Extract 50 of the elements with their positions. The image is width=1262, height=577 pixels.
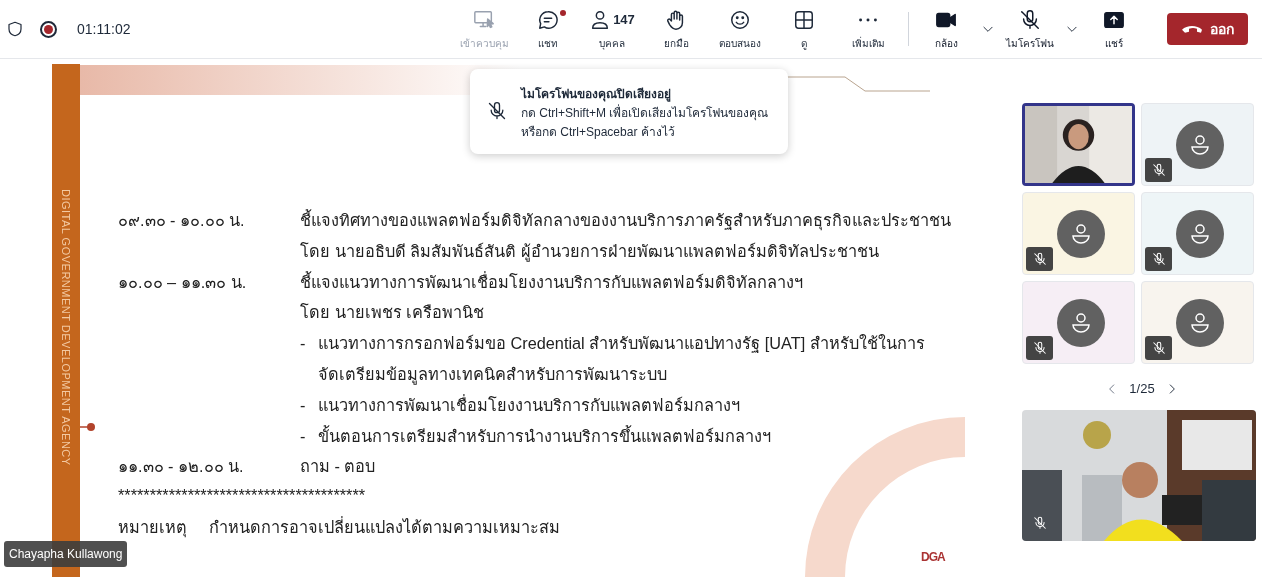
schedule-text: ขั้นตอนการเตรียมสำหรับการนำงานบริการขึ้นแพลตฟอร์มกลางฯ <box>318 424 771 447</box>
avatar-icon <box>1176 299 1224 347</box>
schedule-text: โดย นายเพชร เครือพานิช <box>300 302 485 324</box>
monitor-cursor-icon <box>473 9 495 31</box>
schedule-text: โดย นายอธิบดี ลิมสัมพันธ์สันติ ผู้อำนวยการฝ่ายพัฒนาแพลตฟอร์มดิจิทัลประชาชน <box>300 240 879 264</box>
avatar-icon <box>1176 121 1224 169</box>
avatar-icon <box>1057 299 1105 347</box>
presenter-name-label: Chayapha Kullawong <box>4 541 128 567</box>
smiley-icon <box>729 9 751 31</box>
note-label: หมายเหตุ <box>118 517 188 540</box>
slide-logo: DGA <box>921 549 945 566</box>
schedule-time: ๐๙.๓๐ - ๑๐.๐๐ น. <box>118 211 245 229</box>
schedule-text: ถาม - ตอบ <box>300 456 376 478</box>
bullet-mark: - <box>300 394 307 416</box>
react-button[interactable]: ตอบสนอง <box>708 2 772 56</box>
schedule-time: ๑๐.๐๐ – ๑๑.๓๐ น. <box>118 272 247 291</box>
mic-button[interactable]: ไมโครโฟน <box>1001 2 1059 56</box>
toast-message: กด Ctrl+Shift+M เพื่อเปิดเสียงไมโครโฟนของคุณ หรือกด Ctrl+Spacebar ค้างไว้ <box>521 104 770 141</box>
chat-icon <box>537 9 559 31</box>
more-icon <box>859 18 877 22</box>
avatar-icon <box>1176 210 1224 258</box>
more-button[interactable]: เพิ่มเติม <box>836 2 900 56</box>
slide-side-text: DIGITAL GOVERNMENT DEVELOPMENT AGENCY <box>59 189 74 466</box>
grid-icon <box>793 9 815 31</box>
separator-text: *************************************** <box>118 485 367 507</box>
camera-button[interactable]: กล้อง <box>917 2 975 56</box>
leave-button[interactable]: ออก <box>1167 13 1248 45</box>
schedule-text: ชี้แจงแนวทางการพัฒนาเชื่อมโยงงานบริการกับแพลตฟอร์มดิจิทัลกลางฯ <box>300 270 803 293</box>
shield-icon <box>6 20 24 38</box>
participant-count: 147 <box>613 11 635 30</box>
view-button[interactable]: ดู <box>772 2 836 56</box>
microphone-off-icon <box>487 101 507 121</box>
schedule-text: แนวทางการพัฒนาเชื่อมโยงงานบริการกับแพลตฟอร์มกลางฯ <box>318 393 740 416</box>
schedule-time: ๑๑.๓๐ - ๑๒.๐๐ น. <box>118 457 244 476</box>
meeting-timer: 01:11:02 <box>77 19 131 39</box>
share-button[interactable]: แชร์ <box>1085 2 1143 56</box>
page-indicator: 1/25 <box>1129 380 1155 398</box>
schedule-text: แนวทางการกรอกฟอร์มขอ Credential สำหรับพัฒนาแอปทางรัฐ [UAT] สำหรับใช้ในการ <box>318 333 925 355</box>
schedule-text: จัดเตรียมข้อมูลทางเทคนิคสำหรับการพัฒนาระบบ <box>318 364 667 387</box>
toast-title: ไมโครโฟนของคุณปิดเสียงอยู่ <box>521 86 672 104</box>
hand-button[interactable]: ยกมือ <box>644 2 708 56</box>
people-button[interactable]: 147 บุคคล <box>580 2 644 56</box>
note-text: กำหนดการอาจเปลี่ยนแปลงได้ตามความเหมาะสม <box>209 515 560 539</box>
bullet-mark: - <box>300 425 307 447</box>
avatar-icon <box>1057 210 1105 258</box>
hang-up-icon <box>1181 25 1202 33</box>
schedule-text: ชี้แจงทิศทางของแพลตฟอร์มดิจิทัลกลางของงานบริการภาครัฐสำหรับภาคธุรกิจและประชาชน <box>300 208 951 233</box>
bullet-mark: - <box>300 333 307 355</box>
timeline-marker <box>79 423 95 431</box>
chat-button[interactable]: แชท <box>516 2 580 56</box>
